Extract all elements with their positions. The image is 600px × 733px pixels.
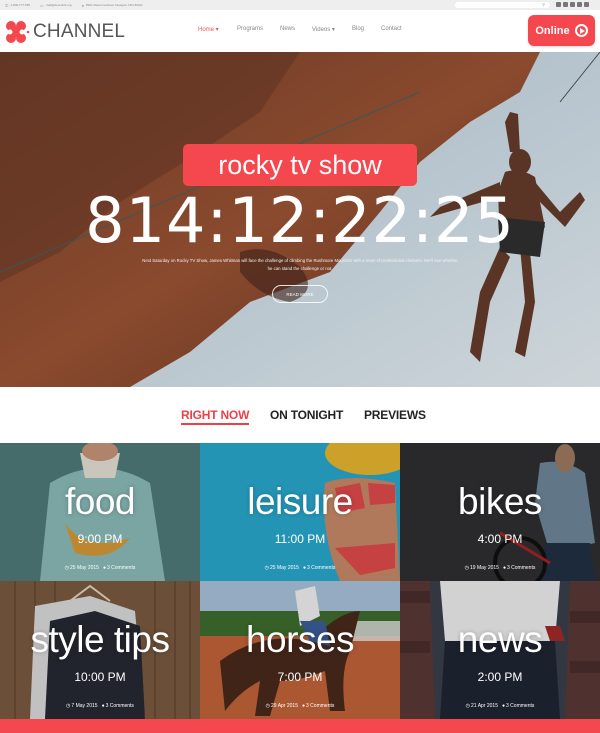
show-date: 19 May 2015: [470, 565, 499, 571]
comment-icon: ●: [502, 565, 506, 571]
phone-info[interactable]: ✆ 1-800-777-555: [5, 3, 30, 8]
show-comments[interactable]: 3 Comments: [306, 703, 334, 709]
phone-icon: ✆: [5, 2, 9, 8]
google-plus-icon[interactable]: [563, 2, 568, 7]
hero-banner: rocky tv show 814:12:22:25 Next Saturday…: [0, 52, 600, 387]
search-input[interactable]: ⚲: [455, 2, 550, 8]
countdown-timer: 814:12:22:25: [85, 184, 515, 257]
comment-icon: ●: [301, 703, 306, 709]
show-tile-food[interactable]: food 9:00 PM ◷ 25 May 2015 ● 3 Comments: [0, 443, 200, 581]
show-time: 4:00 PM: [477, 532, 523, 546]
clock-icon: ◷: [464, 565, 470, 571]
top-info-bar: ✆ 1-800-777-555 ▭ mail@demolink.org ● 8901 …: [0, 0, 600, 10]
show-date: 7 May 2015: [71, 703, 98, 709]
show-meta: ◷ 25 May 2015 ● 3 Comments: [0, 565, 200, 571]
show-title: food: [64, 481, 136, 522]
show-time: 10:00 PM: [74, 670, 126, 684]
footer-accent-bar: [0, 719, 600, 733]
show-time: 9:00 PM: [77, 532, 123, 546]
comment-icon: ●: [302, 565, 306, 571]
clock-icon: ◷: [265, 703, 271, 709]
logo-icon: [6, 21, 30, 43]
show-title: bikes: [458, 481, 542, 522]
nav-videos[interactable]: Videos ▾: [312, 26, 335, 33]
facebook-icon[interactable]: [556, 2, 561, 7]
show-comments[interactable]: 3 Comments: [506, 703, 534, 709]
comment-icon: ●: [101, 703, 105, 709]
comment-icon: ●: [102, 565, 106, 571]
show-tile-horses[interactable]: horses 7:00 PM ◷ 29 Apr 2015 ● 3 Comments: [200, 581, 400, 719]
show-date: 29 Apr 2015: [271, 703, 298, 709]
social-links: [556, 2, 589, 7]
nav-label: Videos: [312, 27, 331, 33]
hero-description: Next Saturday on Rocky TV Show, James Wh…: [142, 258, 458, 271]
nav-label: Home: [198, 27, 215, 33]
twitter-icon[interactable]: [570, 2, 575, 7]
email-address: mail@demolink.org: [45, 3, 72, 7]
tab-on-tonight[interactable]: ON TONIGHT: [270, 408, 343, 422]
show-date: 25 May 2015: [270, 565, 299, 571]
show-title: style tips: [30, 619, 170, 660]
nav-programs[interactable]: Programs: [237, 26, 263, 32]
address-info: ● 8901 Marmora Road, Glasgow, D04 89GR: [82, 3, 143, 8]
show-date: 25 May 2015: [70, 565, 99, 571]
show-title: leisure: [247, 481, 353, 522]
instagram-icon[interactable]: [584, 2, 589, 7]
show-tile-news[interactable]: news 2:00 PM ◷ 21 Apr 2015 ● 3 Comments: [400, 581, 600, 719]
play-circle-icon: [574, 24, 588, 37]
show-title-badge: rocky tv show: [183, 144, 417, 186]
show-meta: ◷ 7 May 2015 ● 3 Comments: [0, 703, 200, 709]
show-tile-bikes[interactable]: bikes 4:00 PM ◷ 19 May 2015 ● 3 Comments: [400, 443, 600, 581]
chat-icon: ▭: [40, 2, 44, 8]
address-text: 8901 Marmora Road, Glasgow, D04 89GR: [85, 3, 143, 7]
show-meta: ◷ 29 Apr 2015 ● 3 Comments: [200, 703, 400, 709]
site-header: CHANNEL Home ▾ Programs News Videos ▾ Bl…: [0, 10, 600, 52]
clock-icon: ◷: [264, 565, 270, 571]
show-meta: ◷ 19 May 2015 ● 3 Comments: [400, 565, 600, 571]
show-comments[interactable]: 3 Comments: [507, 565, 535, 571]
nav-blog[interactable]: Blog: [352, 26, 364, 32]
schedule-tabs: RIGHT NOW ON TONIGHT PREVIEWS: [0, 387, 600, 443]
show-meta: ◷ 21 Apr 2015 ● 3 Comments: [400, 703, 600, 709]
search-icon[interactable]: ⚲: [542, 2, 545, 8]
show-comments[interactable]: 3 Comments: [307, 565, 335, 571]
dribbble-icon[interactable]: [577, 2, 582, 7]
show-time: 7:00 PM: [277, 670, 323, 684]
show-meta: ◷ 25 May 2015 ● 3 Comments: [200, 565, 400, 571]
online-button[interactable]: Online: [528, 15, 595, 46]
show-title: horses: [245, 619, 355, 660]
nav-contact[interactable]: Contact: [381, 26, 402, 32]
clock-icon: ◷: [66, 703, 71, 709]
nav-news[interactable]: News: [280, 26, 295, 32]
show-comments[interactable]: 3 Comments: [107, 565, 135, 571]
logo-text: CHANNEL: [33, 21, 126, 42]
show-comments[interactable]: 3 Comments: [106, 703, 134, 709]
email-info[interactable]: ▭ mail@demolink.org: [40, 3, 72, 8]
shows-grid: food 9:00 PM ◷ 25 May 2015 ● 3 Comments le…: [0, 443, 600, 719]
show-tile-style-tips[interactable]: style tips 10:00 PM ◷ 7 May 2015 ● 3 Comme…: [0, 581, 200, 719]
logo[interactable]: CHANNEL: [4, 20, 125, 44]
comment-icon: ●: [501, 703, 506, 709]
read-more-button[interactable]: READ MORE: [272, 285, 328, 303]
location-pin-icon: ●: [81, 2, 84, 8]
show-time: 2:00 PM: [477, 670, 523, 684]
show-date: 21 Apr 2015: [471, 703, 498, 709]
show-tile-leisure[interactable]: leisure 11:00 PM ◷ 25 May 2015 ● 3 Comment…: [200, 443, 400, 581]
nav-home[interactable]: Home ▾: [198, 26, 219, 33]
tab-previews[interactable]: PREVIEWS: [364, 408, 426, 422]
clock-icon: ◷: [64, 565, 70, 571]
phone-number: 1-800-777-555: [10, 3, 31, 7]
clock-icon: ◷: [465, 703, 471, 709]
show-time: 11:00 PM: [274, 532, 326, 546]
tab-right-now[interactable]: RIGHT NOW: [181, 408, 249, 425]
show-title: news: [457, 619, 543, 660]
online-label: Online: [535, 24, 570, 37]
